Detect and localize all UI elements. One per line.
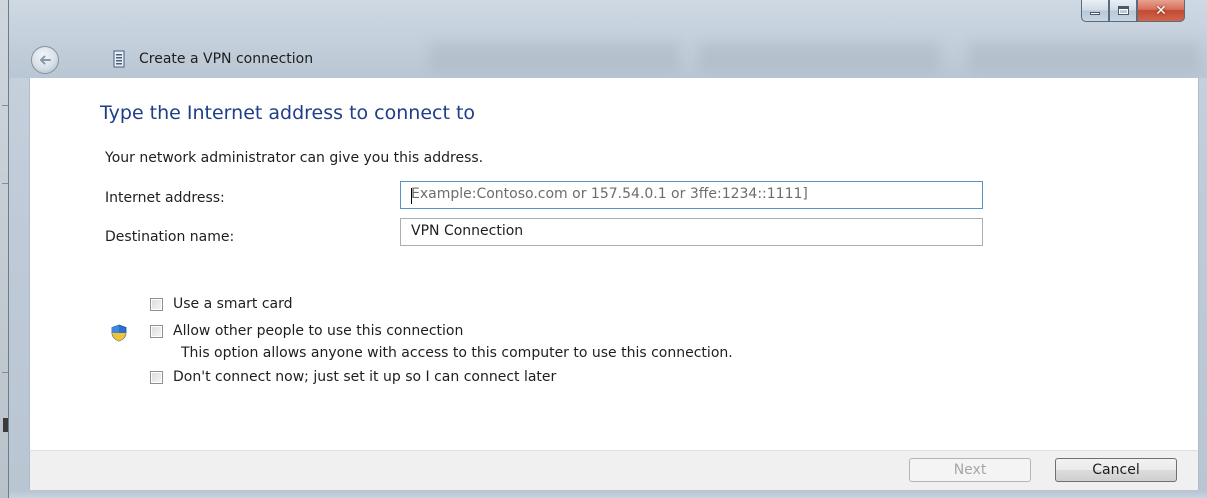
minimize-icon xyxy=(1090,12,1100,15)
minimize-button[interactable] xyxy=(1081,0,1109,22)
dont-connect-checkbox[interactable] xyxy=(150,370,163,384)
page-subtext: Your network administrator can give you … xyxy=(105,150,484,166)
wizard-footer: Next Cancel xyxy=(29,450,1199,490)
vpn-icon xyxy=(113,50,125,68)
close-icon: ✕ xyxy=(1155,2,1167,19)
smart-card-option[interactable]: Use a smart card xyxy=(150,296,293,312)
caption-buttons: ✕ xyxy=(1081,0,1185,22)
next-button[interactable]: Next xyxy=(909,458,1031,482)
smart-card-checkbox[interactable] xyxy=(150,297,163,311)
smart-card-label[interactable]: Use a smart card xyxy=(173,296,293,312)
internet-address-label: Internet address: xyxy=(105,190,225,206)
title-bar[interactable]: Create a VPN connection ✕ xyxy=(9,0,1207,78)
glass-blur xyxy=(429,42,679,72)
glass-blur xyxy=(699,42,939,72)
allow-others-checkbox[interactable] xyxy=(150,324,163,338)
wizard-content: Type the Internet address to connect to … xyxy=(29,78,1199,450)
back-arrow-icon xyxy=(40,55,51,65)
allow-others-option[interactable]: Allow other people to use this connectio… xyxy=(150,323,463,339)
window-title: Create a VPN connection xyxy=(139,51,314,67)
allow-others-label[interactable]: Allow other people to use this connectio… xyxy=(173,323,463,339)
internet-address-input[interactable]: Example:Contoso.com or 157.54.0.1 or 3ff… xyxy=(400,181,983,209)
vpn-wizard-window: Create a VPN connection ✕ Type the Inter… xyxy=(8,0,1207,498)
destination-name-input[interactable]: VPN Connection xyxy=(400,218,983,246)
uac-shield-icon xyxy=(111,324,127,342)
maximize-icon xyxy=(1117,6,1129,15)
window-frame-bottom xyxy=(9,490,1207,498)
close-button[interactable]: ✕ xyxy=(1137,0,1185,22)
cancel-button[interactable]: Cancel xyxy=(1055,458,1177,482)
glass-blur xyxy=(969,42,1199,72)
dont-connect-label[interactable]: Don't connect now; just set it up so I c… xyxy=(173,369,556,385)
maximize-button[interactable] xyxy=(1109,0,1137,22)
page-heading: Type the Internet address to connect to xyxy=(100,102,476,124)
dont-connect-option[interactable]: Don't connect now; just set it up so I c… xyxy=(150,369,556,385)
allow-others-description: This option allows anyone with access to… xyxy=(181,345,733,361)
back-button[interactable] xyxy=(31,46,59,74)
destination-name-label: Destination name: xyxy=(105,229,235,245)
